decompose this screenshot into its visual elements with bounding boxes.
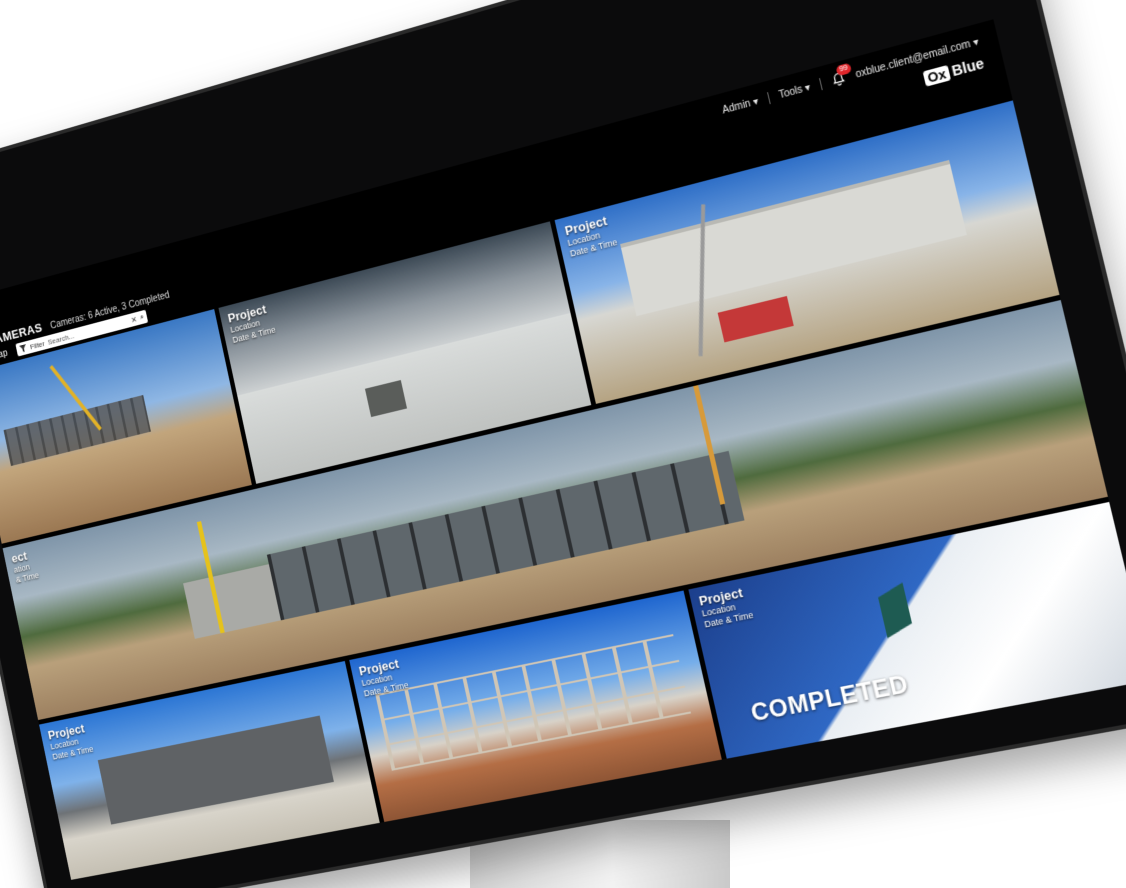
tools-menu[interactable]: Tools ▾ bbox=[778, 82, 812, 101]
app-screen: Admin ▾ Tools ▾ 99 oxblue.client@email.c… bbox=[0, 19, 1126, 880]
search-icon[interactable]: ⌕ bbox=[139, 312, 145, 322]
building-sign bbox=[878, 583, 912, 639]
steel-frame bbox=[375, 634, 691, 771]
menu-divider bbox=[819, 78, 823, 90]
page: In Admin ▾ Tools ▾ 99 oxblue.client@emai… bbox=[0, 0, 1126, 888]
filter-icon bbox=[20, 344, 28, 353]
warehouse-wall bbox=[98, 716, 334, 825]
crane-base bbox=[718, 296, 794, 342]
menu-divider bbox=[767, 92, 771, 104]
notifications-button[interactable]: 99 bbox=[830, 71, 847, 89]
tile-caption: Project Location Date & Time bbox=[226, 301, 276, 346]
clear-icon[interactable]: ✕ bbox=[130, 315, 137, 325]
monitor-bezel: Admin ▾ Tools ▾ 99 oxblue.client@email.c… bbox=[0, 0, 1126, 888]
filter-label: Filter bbox=[29, 339, 45, 351]
tile-caption: Project Location Date & Time bbox=[47, 720, 95, 762]
tile-caption: Project Location Date & Time bbox=[698, 584, 755, 631]
notification-count-badge: 99 bbox=[836, 63, 852, 77]
tile-caption: ect ation & Time bbox=[10, 547, 40, 586]
camera-grid: Project Location Date & Time Project Loc… bbox=[0, 100, 1126, 879]
building-frame bbox=[4, 395, 151, 466]
logo-ox: Ox bbox=[923, 65, 951, 87]
precast-wall bbox=[183, 564, 281, 639]
logo-blue: Blue bbox=[950, 55, 986, 80]
admin-menu[interactable]: Admin ▾ bbox=[721, 96, 759, 116]
completed-status-label: COMPLETED bbox=[748, 670, 911, 728]
tile-caption: Project Location Date & Time bbox=[563, 212, 618, 260]
map-view-label: Map bbox=[0, 348, 8, 362]
